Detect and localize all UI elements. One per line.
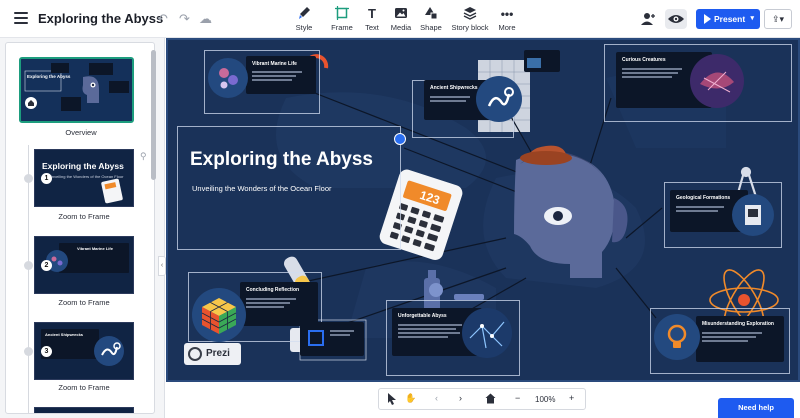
step-thumbnail-3[interactable]: Ancient Shipwrecks 3 (34, 322, 134, 380)
shape-icon (411, 6, 451, 22)
card-title: Unforgettable Abyss (398, 313, 447, 319)
overview-preview (21, 59, 132, 121)
tool-story-block-label: Story block (451, 23, 489, 32)
step-number: 3 (41, 346, 52, 357)
tool-more[interactable]: ••• More (487, 6, 527, 32)
present-label: Present (714, 14, 746, 24)
eye-icon (668, 15, 684, 23)
card-title: Geological Formations (676, 195, 731, 201)
need-help-button[interactable]: Need help (718, 398, 794, 418)
tool-story-block[interactable]: Story block (449, 6, 491, 32)
card-mini-concluding[interactable] (300, 322, 364, 356)
card-title: Vibrant Marine Life (252, 61, 297, 67)
zoom-level[interactable]: 100% (535, 395, 555, 404)
step-dot (24, 261, 33, 270)
card-vibrant[interactable]: Vibrant Marine Life (246, 56, 316, 94)
card-title: Concluding Reflection (246, 287, 300, 293)
sidebar-panel: Exploring the Abyss Overview Exploring t… (5, 42, 155, 414)
presentation-canvas[interactable]: 123 Vibrant Marine Life Ancient Shipwrec… (166, 38, 800, 382)
step-thumb-title: Ancient Shipwrecks (45, 332, 84, 337)
card-title: Curious Creatures (622, 57, 666, 63)
zoom-out-icon[interactable]: − (515, 393, 520, 403)
card-title: Ancient Shipwrecks (430, 85, 478, 91)
preview-button[interactable] (665, 9, 687, 29)
add-person-icon (641, 13, 655, 25)
tool-more-label: More (498, 23, 516, 32)
molecule-icon (208, 58, 248, 98)
step-caption: Zoom to Frame (58, 298, 110, 307)
step-dot (24, 174, 33, 183)
collapse-sidebar-button[interactable]: ‹ (158, 256, 166, 276)
document-title[interactable]: Exploring the Abyss (38, 11, 163, 26)
step-thumbnail-1[interactable]: Exploring the Abyss Unveiling the Wonder… (34, 149, 134, 207)
share-button[interactable]: ⇪▾ (764, 9, 792, 29)
cloud-sync-icon: ☁ (199, 11, 212, 26)
creature-image (690, 54, 744, 108)
overview-thumb-title: Exploring the Abyss (27, 74, 71, 79)
next-icon[interactable]: › (459, 393, 462, 403)
need-help-label: Need help (738, 403, 774, 412)
brush-icon (284, 6, 324, 22)
overview-label: Overview (65, 128, 97, 137)
step-thumbnail-2[interactable]: Vibrant Marine Life 2 (34, 236, 134, 294)
step-caption: Zoom to Frame (58, 383, 110, 392)
layers-icon (449, 6, 491, 22)
location-pin-icon[interactable] (394, 133, 406, 145)
play-icon (704, 14, 711, 24)
prezi-watermark: Prezi (184, 343, 241, 365)
redo-icon[interactable]: ↷ (179, 11, 190, 27)
card-title: Misunderstanding Exploration (702, 321, 774, 327)
lightbulb-icon (654, 314, 700, 360)
sidebar: Exploring the Abyss Overview Exploring t… (0, 38, 166, 418)
chevron-down-icon: ▾ (750, 15, 754, 22)
location-pin-icon: ⚲ (140, 151, 147, 161)
step-number: 2 (41, 260, 52, 271)
tool-shape-label: Shape (420, 23, 442, 32)
share-icon: ⇪▾ (771, 14, 785, 24)
undo-icon[interactable]: ↶ (157, 11, 168, 27)
hand-pan-icon[interactable]: ✋ (405, 393, 416, 404)
tool-style[interactable]: Style (284, 6, 324, 32)
overview-thumbnail[interactable]: Exploring the Abyss (19, 57, 134, 123)
present-button[interactable]: Present ▾ (696, 9, 760, 29)
canvas-nav-bar: ✋ ‹ › − 100% + (378, 388, 586, 410)
pointer-icon[interactable] (387, 393, 397, 407)
step-thumbnail-4[interactable] (34, 407, 134, 413)
menu-icon[interactable] (14, 12, 28, 24)
step-dot (24, 347, 33, 356)
home-icon[interactable] (485, 393, 496, 406)
tool-style-label: Style (295, 23, 313, 32)
chart-circle-icon (476, 76, 522, 122)
tool-shape[interactable]: Shape (411, 6, 451, 32)
chart-circle-icon (94, 336, 124, 366)
network-image (462, 308, 512, 358)
card-mini-image[interactable] (524, 50, 560, 72)
prezi-logo-icon (188, 347, 202, 361)
step-number: 1 (41, 173, 52, 184)
rubiks-cube-icon (192, 288, 246, 342)
step-caption: Zoom to Frame (58, 212, 110, 221)
card-misunderstanding[interactable]: Misunderstanding Exploration (696, 316, 784, 362)
previous-icon[interactable]: ‹ (435, 393, 438, 403)
step-thumb-title: Exploring the Abyss (42, 161, 124, 171)
step-thumb-title: Vibrant Marine Life (77, 246, 113, 251)
prezi-label: Prezi (206, 348, 230, 359)
calculator-icon (101, 178, 123, 204)
card-concluding[interactable]: Concluding Reflection (240, 282, 318, 326)
collaborators-button[interactable] (637, 9, 659, 29)
canvas-subtitle[interactable]: Unveiling the Wonders of the Ocean Floor (192, 184, 332, 193)
sidebar-scrollbar[interactable] (151, 50, 156, 180)
steps-connector (28, 145, 29, 413)
more-icon: ••• (500, 7, 514, 21)
rock-sample-icon (732, 194, 774, 236)
zoom-in-icon[interactable]: + (569, 393, 574, 403)
top-toolbar: Exploring the Abyss ↶ ↷ ☁ Style Frame T … (0, 0, 800, 38)
canvas-title[interactable]: Exploring the Abyss (190, 149, 373, 171)
